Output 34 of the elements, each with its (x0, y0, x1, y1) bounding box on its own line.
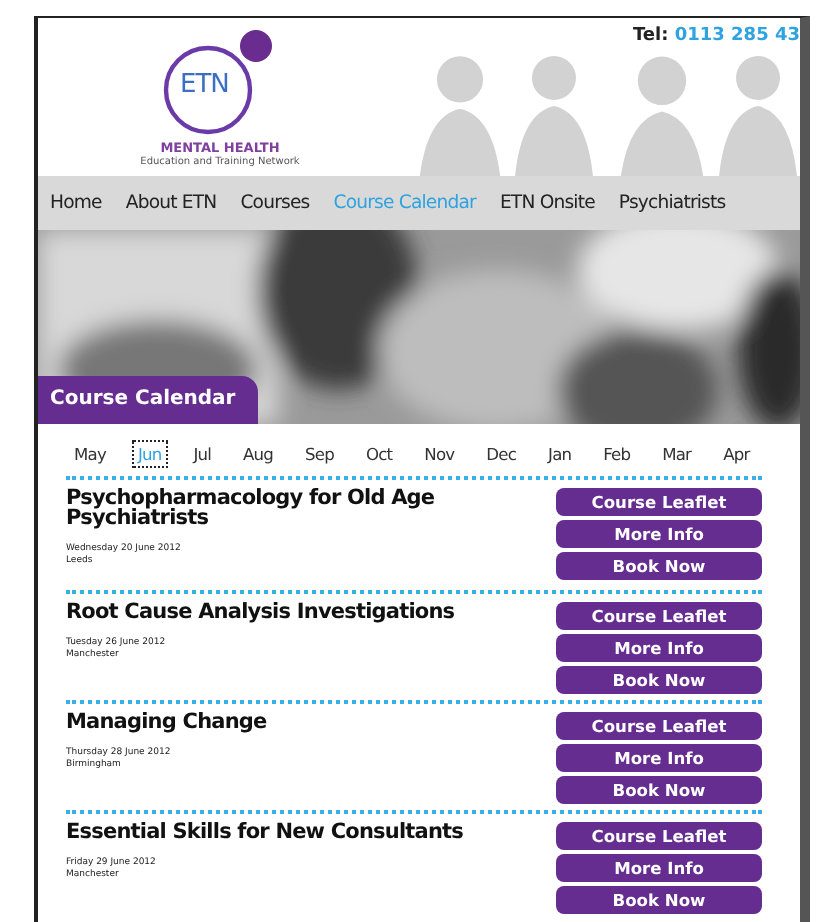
course-button[interactable]: Course Leaflet (556, 488, 762, 516)
course-button[interactable]: Book Now (556, 776, 762, 804)
month-tab[interactable]: Feb (599, 442, 635, 466)
nav-link[interactable]: ETN Onsite (499, 192, 595, 214)
month-tab[interactable]: Jul (189, 442, 216, 466)
month-tab[interactable]: Apr (719, 442, 754, 466)
course-title: Managing Change (66, 712, 269, 732)
course-title: Root Cause Analysis Investigations (66, 602, 457, 622)
month-tab[interactable]: Sep (301, 442, 338, 466)
month-tab[interactable]: Nov (420, 442, 459, 466)
nav-link[interactable]: Courses (240, 192, 310, 214)
course-button[interactable]: Course Leaflet (556, 822, 762, 850)
month-tab[interactable]: Dec (482, 442, 521, 466)
month-tab[interactable]: Aug (239, 442, 278, 466)
course-button[interactable]: Book Now (556, 552, 762, 580)
course-title: Essential Skills for New Consultants (66, 822, 466, 842)
course-button[interactable]: More Info (556, 744, 762, 772)
course-button[interactable]: More Info (556, 634, 762, 662)
course-title: Psychopharmacology for Old Age Psychiatrists (66, 488, 437, 528)
nav-link[interactable]: About ETN (125, 192, 217, 214)
course-button[interactable]: Course Leaflet (556, 602, 762, 630)
course-button[interactable]: Book Now (556, 886, 762, 914)
course-button[interactable]: More Info (556, 854, 762, 882)
course-button[interactable]: Book Now (556, 666, 762, 694)
logo-initials: ETN (180, 72, 229, 100)
course-button[interactable]: Course Leaflet (556, 712, 762, 740)
month-tab[interactable]: Oct (362, 442, 397, 466)
month-tab[interactable]: Mar (658, 442, 696, 466)
nav-link[interactable]: Psychiatrists (618, 192, 726, 214)
nav-link[interactable]: Home (50, 192, 102, 214)
phone-number: Tel: 0113 285 43 (632, 26, 800, 46)
month-tab[interactable]: May (70, 442, 110, 466)
course-button[interactable]: More Info (556, 520, 762, 548)
month-tab[interactable]: Jan (544, 442, 576, 466)
